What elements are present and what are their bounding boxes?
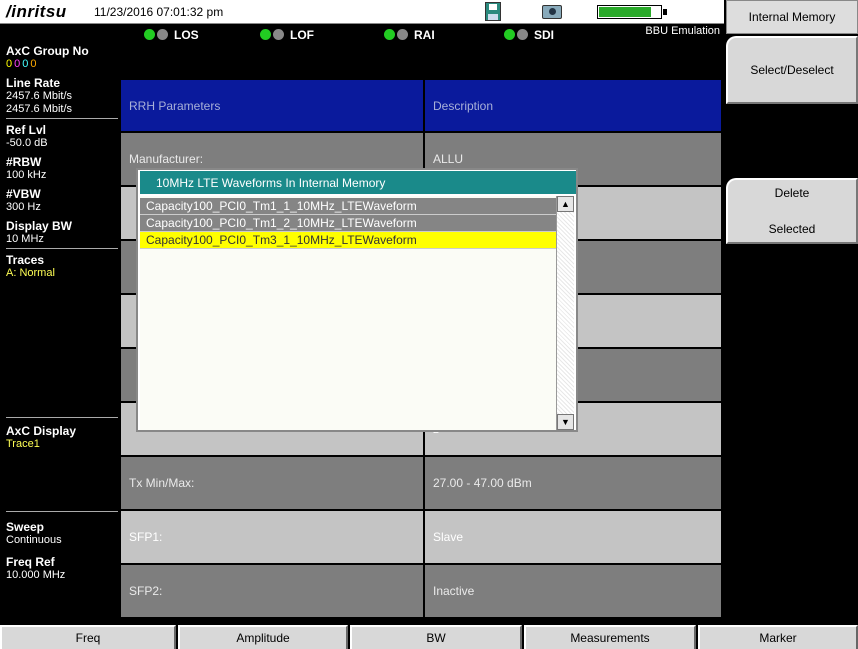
vbw-value: 300 Hz: [6, 201, 41, 213]
list-item[interactable]: Capacity100_PCI0_Tm1_2_10MHz_LTEWaveform: [140, 215, 556, 232]
row-desc: Inactive: [424, 564, 722, 618]
delete-label-1: Delete: [774, 186, 810, 200]
rai-label: RAI: [414, 28, 435, 42]
delete-label-2: Selected: [768, 222, 816, 236]
freq-ref-title: Freq Ref: [6, 555, 55, 569]
sweep-title: Sweep: [6, 520, 45, 534]
ref-lvl-title: Ref Lvl: [6, 123, 47, 137]
list-item[interactable]: Capacity100_PCI0_Tm1_1_10MHz_LTEWaveform: [140, 198, 556, 215]
header-desc: Description: [424, 79, 722, 132]
bottom-menu-bar: Freq Amplitude BW Measurements Marker: [0, 625, 858, 649]
scroll-down-icon[interactable]: ▼: [557, 414, 574, 430]
axc-group-title: AxC Group No: [6, 44, 89, 58]
freq-menu-button[interactable]: Freq: [0, 625, 176, 649]
rbw-title: #RBW: [6, 155, 42, 169]
scroll-up-icon[interactable]: ▲: [557, 196, 574, 212]
softkey-panel: Internal Memory Select/Deselect Delete S…: [724, 0, 858, 624]
line-rate-1: 2457.6 Mbit/s: [6, 90, 73, 102]
sweep-value: Continuous: [6, 534, 62, 546]
row-desc: 27.00 - 47.00 dBm: [424, 456, 722, 510]
table-row: SFP2: Inactive: [120, 564, 724, 618]
los-led-icon: [144, 29, 155, 40]
sdi-label: SDI: [534, 28, 555, 42]
lof-led-icon: [260, 29, 271, 40]
header-param: RRH Parameters: [120, 79, 424, 132]
mode-label: BBU Emulation: [645, 25, 720, 37]
line-rate-title: Line Rate: [6, 76, 61, 90]
save-icon[interactable]: [485, 2, 501, 21]
top-status-bar: /inritsu 11/23/2016 07:01:32 pm: [0, 0, 724, 24]
traces-title: Traces: [6, 253, 45, 267]
rbw-value: 100 kHz: [6, 169, 47, 181]
measurements-menu-button[interactable]: Measurements: [524, 625, 696, 649]
row-param: SFP2:: [120, 564, 424, 618]
divider: [6, 417, 118, 418]
row-param: SFP1:: [120, 510, 424, 564]
line-rate-2: 2457.6 Mbit/s: [6, 103, 73, 115]
left-settings-panel: AxC Group No 0000 Line Rate 2457.6 Mbit/…: [0, 24, 120, 624]
lof-label: LOF: [290, 28, 314, 42]
sdi-led-icon: [504, 29, 515, 40]
axc-display-value: Trace1: [6, 438, 40, 450]
freq-ref-value: 10.000 MHz: [6, 569, 66, 581]
dialog-title: 10MHz LTE Waveforms In Internal Memory: [140, 171, 576, 194]
select-deselect-label: Select/Deselect: [750, 63, 834, 77]
divider: [6, 511, 118, 512]
axc-group-digits: 0000: [6, 58, 39, 70]
table-row: Tx Min/Max: 27.00 - 47.00 dBm: [120, 456, 724, 510]
softkey-blank: [726, 106, 858, 176]
waveform-list[interactable]: Capacity100_PCI0_Tm1_1_10MHz_LTEWaveform…: [140, 196, 556, 430]
battery-tip: [663, 9, 667, 15]
rai-led-icon: [384, 29, 395, 40]
traces-value: A: Normal: [6, 267, 55, 279]
axc-digit: 0: [30, 58, 39, 70]
table-header: RRH Parameters Description: [120, 79, 724, 132]
waveform-list-dialog: 10MHz LTE Waveforms In Internal Memory C…: [136, 168, 578, 432]
axc-display-title: AxC Display: [6, 424, 77, 438]
lof-led2-icon: [273, 29, 284, 40]
display-bw-value: 10 MHz: [6, 233, 44, 245]
divider: [6, 118, 118, 119]
datetime-label: 11/23/2016 07:01:32 pm: [94, 5, 224, 19]
sdi-led2-icon: [517, 29, 528, 40]
display-bw-title: Display BW: [6, 219, 73, 233]
row-desc: Slave: [424, 510, 722, 564]
select-deselect-button[interactable]: Select/Deselect: [726, 36, 858, 104]
amplitude-menu-button[interactable]: Amplitude: [178, 625, 348, 649]
camera-icon[interactable]: [542, 5, 562, 19]
divider: [6, 248, 118, 249]
vbw-title: #VBW: [6, 187, 41, 201]
battery-icon: [597, 5, 662, 19]
scrollbar[interactable]: ▲ ▼: [556, 196, 574, 430]
row-param: Tx Min/Max:: [120, 456, 424, 510]
table-row: SFP1: Slave: [120, 510, 724, 564]
los-label: LOS: [174, 28, 199, 42]
anritsu-logo: /inritsu: [6, 2, 67, 21]
los-led2-icon: [157, 29, 168, 40]
delete-selected-button[interactable]: Delete Selected: [726, 178, 858, 244]
rai-led2-icon: [397, 29, 408, 40]
softkey-menu-title: Internal Memory: [726, 0, 858, 34]
marker-menu-button[interactable]: Marker: [698, 625, 858, 649]
status-indicators: LOS LOF RAI SDI BBU Emulation: [120, 24, 724, 46]
bw-menu-button[interactable]: BW: [350, 625, 522, 649]
list-item-selected[interactable]: Capacity100_PCI0_Tm3_1_10MHz_LTEWaveform: [140, 232, 556, 249]
axc-digit: 0: [6, 58, 15, 70]
ref-lvl-value: -50.0 dB: [6, 137, 48, 149]
battery-fill: [599, 7, 651, 17]
